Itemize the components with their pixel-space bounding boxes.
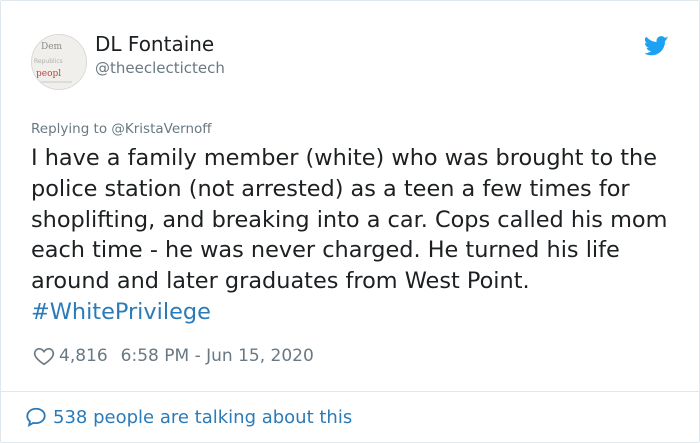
tweet-card: Dem Republics peopl DL Fontaine @theecle… [0,0,700,443]
hashtag-link[interactable]: #WhitePrivilege [31,299,211,325]
avatar-text-1: Dem [41,42,63,52]
replying-to-link[interactable]: @KristaVernoff [111,121,211,137]
like-count[interactable]: 4,816 [59,346,108,366]
conversation-text[interactable]: 538 people are talking about this [53,407,352,428]
avatar-text-3: peopl [36,69,61,79]
conversation-link[interactable]: 538 people are talking about this [25,406,352,428]
tweet-meta: 4,816 6:58 PM - Jun 15, 2020 [33,345,314,367]
heart-icon[interactable] [33,345,55,367]
avatar[interactable]: Dem Republics peopl [31,34,87,90]
replying-prefix: Replying to [31,121,108,137]
author-name[interactable]: DL Fontaine [95,32,225,56]
timestamp[interactable]: 6:58 PM - Jun 15, 2020 [121,346,314,366]
speech-bubble-icon [26,407,46,428]
author-block[interactable]: DL Fontaine @theeclectictech [95,32,225,78]
tweet-body: I have a family member (white) who was b… [31,145,668,295]
avatar-text-2: Republics [34,58,63,65]
twitter-bird-icon[interactable] [645,35,669,57]
author-handle[interactable]: @theeclectictech [95,58,225,78]
divider [1,391,699,392]
replying-to: Replying to @KristaVernoff [31,121,212,137]
avatar-image: Dem Republics peopl [32,35,86,89]
tweet-text: I have a family member (white) who was b… [31,143,679,328]
